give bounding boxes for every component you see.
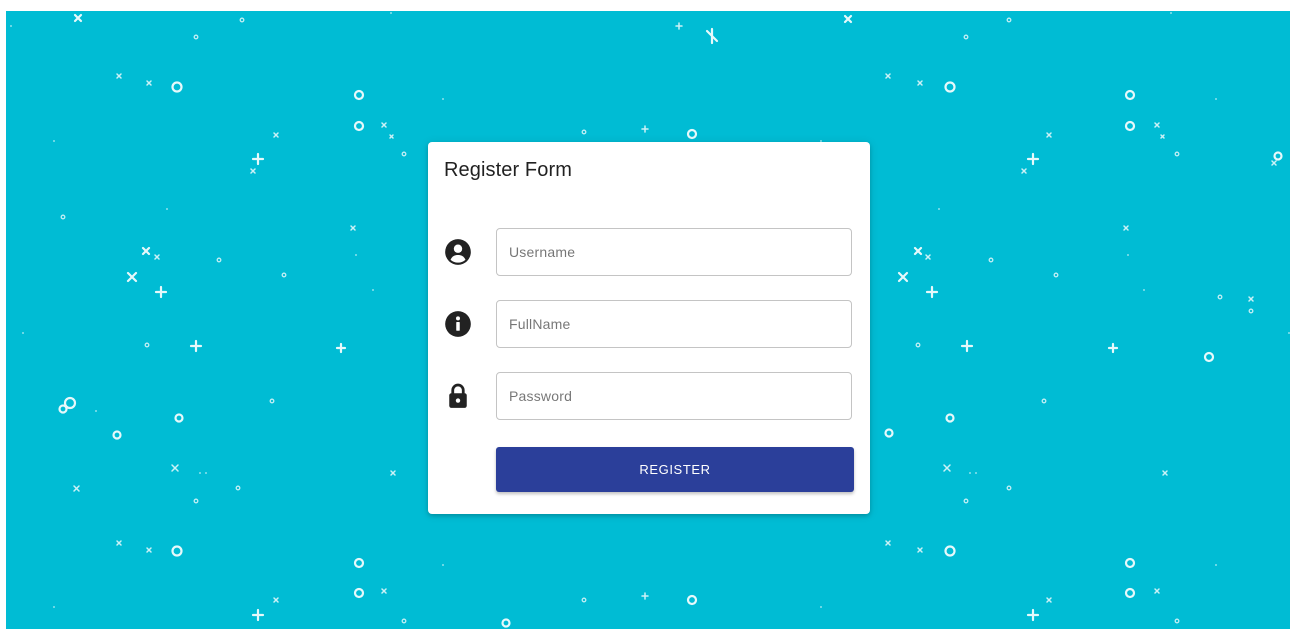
password-input[interactable] <box>497 373 851 419</box>
register-button[interactable]: REGISTER <box>496 447 854 492</box>
username-row <box>428 228 870 278</box>
fullname-field[interactable] <box>496 300 852 348</box>
password-field[interactable] <box>496 372 852 420</box>
info-icon <box>444 310 472 338</box>
password-row <box>428 372 870 422</box>
form-title: Register Form <box>444 159 572 181</box>
lock-icon <box>444 382 472 410</box>
fullname-row <box>428 300 870 350</box>
page-background: Register Form Username FullName REGISTER <box>6 11 1290 629</box>
register-form-card: Register Form Username FullName REGISTER <box>428 142 870 514</box>
fullname-input[interactable] <box>497 301 851 347</box>
account-circle-icon <box>444 238 472 266</box>
username-input[interactable] <box>497 229 851 275</box>
username-field[interactable] <box>496 228 852 276</box>
